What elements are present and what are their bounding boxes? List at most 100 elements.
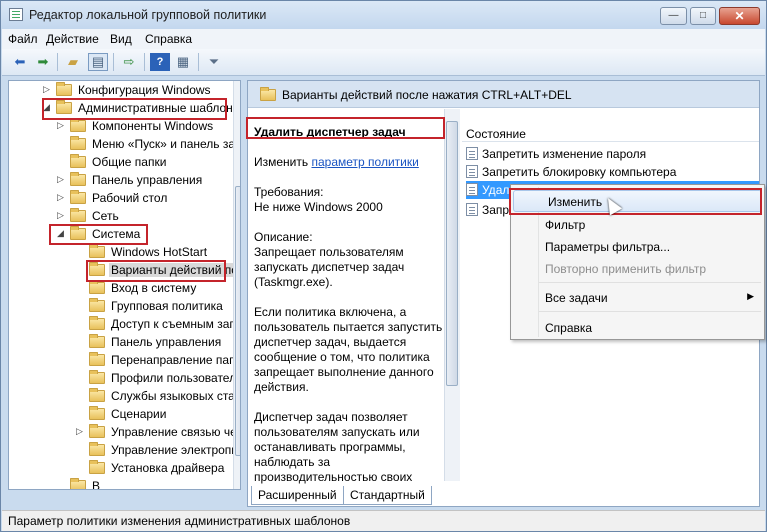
menu-item-label: Все задачи [545,291,608,305]
menu-help[interactable]: Справка [145,32,192,46]
minimize-button[interactable]: — [660,7,687,25]
tree-item-label: Перенаправление папок [111,353,241,367]
back-arrow-icon[interactable]: ⬅ [10,53,30,71]
show-hide-tree-icon[interactable]: ▤ [88,53,108,71]
menu-item-reapply-filter: Повторно применить фильтр [511,258,764,280]
tree-item-label: Панель управления [111,335,222,349]
menu-item-help[interactable]: Справка [511,317,764,339]
menu-file[interactable]: Файл [8,32,38,46]
annotation-highlight-box [86,260,226,282]
export-list-icon[interactable]: ⇨ [119,53,139,71]
properties-icon[interactable]: ▦ [173,53,193,71]
menu-item-filter-options[interactable]: Параметры фильтра... [511,236,764,258]
menu-item-label: Фильтр [545,218,586,232]
folder-icon [89,352,105,366]
tree-scroll-thumb[interactable] [235,186,240,456]
toolbar: ⬅ ➡ ▰ ▤ ⇨ ? ▦ ⏷ [2,49,765,76]
status-text: Параметр политики изменения администрати… [8,514,351,528]
maximize-button[interactable]: □ [690,7,716,25]
tree-item-label: Компоненты Windows [92,119,214,133]
folder-icon [70,136,86,150]
annotation-highlight-box [509,188,762,215]
menu-separator [539,282,761,283]
folder-icon [70,478,86,489]
tree-item-label: Вход в систему [111,281,197,295]
view-tabs: Расширенный Стандартный [247,486,447,506]
state-column-header[interactable]: Состояние [466,127,526,141]
details-header: Варианты действий после нажатия CTRL+ALT… [248,81,759,108]
toolbar-separator [57,53,58,71]
policy-item-label: Запретить блокировку компьютера [482,165,677,179]
folder-icon [89,388,105,402]
gpedit-window: Редактор локальной групповой политики — … [0,0,767,532]
folder-icon [70,190,86,204]
folder-icon [70,208,86,222]
menu-separator [539,311,761,312]
description-text: Описание: Запрещает пользователям запуск… [254,230,405,289]
policy-setting-icon [466,203,478,216]
expand-arrow-icon[interactable]: ▷ [57,192,64,203]
up-folder-icon[interactable]: ▰ [63,53,83,71]
folder-icon [89,370,105,384]
toolbar-separator [198,53,199,71]
folder-icon [70,118,86,132]
menu-view[interactable]: Вид [110,32,132,46]
description-paragraph: Если политика включена, а пользователь п… [254,305,443,394]
requirements-text: Требования: Не ниже Windows 2000 [254,185,383,214]
description-paragraph: Диспетчер задач позволяет пользователям … [254,410,420,484]
folder-icon [89,460,105,474]
details-header-title: Варианты действий после нажатия CTRL+ALT… [282,88,572,102]
header-divider [462,141,759,142]
tree-item-label: Сеть [92,209,119,223]
menu-item-all-tasks[interactable]: Все задачи ▶ [511,287,764,309]
policy-setting-icon [466,183,478,196]
tree-pane: ▷ Конфигурация Windows ◢ Административные … [8,80,241,490]
filter-icon[interactable]: ⏷ [204,53,224,71]
help-icon[interactable]: ? [150,53,170,71]
edit-policy-line: Изменить параметр политики [254,155,450,170]
folder-icon [89,424,105,438]
tab-extended[interactable]: Расширенный [251,486,344,505]
policy-description-panel: Удалить диспетчер задач Изменить парамет… [254,125,450,500]
toolbar-separator [144,53,145,71]
annotation-highlight-box [246,117,445,139]
policy-item-label: Запретить изменение пароля [482,147,647,161]
folder-icon [89,334,105,348]
tab-standard[interactable]: Стандартный [343,486,432,505]
window-title: Редактор локальной групповой политики [29,8,267,22]
description-scroll-thumb[interactable] [446,121,458,386]
expand-arrow-icon[interactable]: ▷ [57,174,64,185]
forward-arrow-icon[interactable]: ➡ [33,53,53,71]
edit-policy-link[interactable]: параметр политики [311,155,418,169]
close-button[interactable]: ✕ [719,7,760,25]
folder-icon [89,406,105,420]
expand-arrow-icon[interactable]: ▷ [57,210,64,221]
annotation-highlight-box [49,224,148,245]
toolbar-separator [113,53,114,71]
menu-bar: Файл Действие Вид Справка [2,29,765,49]
menu-item-label: Повторно применить фильтр [545,262,707,276]
annotation-highlight-box [42,98,227,120]
folder-icon [89,280,105,294]
tree-item-label: Доступ к съемным запоминающим [111,317,240,331]
edit-prefix: Изменить [254,155,309,169]
folder-icon [70,154,86,168]
tree-item-label: Рабочий стол [92,191,168,205]
menu-item-filter[interactable]: Фильтр [511,214,764,236]
policy-setting-icon [466,165,478,178]
folder-icon [89,244,105,258]
expand-arrow-icon[interactable]: ▷ [57,120,64,131]
menu-item-label: Параметры фильтра... [545,240,671,254]
menu-action[interactable]: Действие [46,32,99,46]
folder-icon [89,316,105,330]
tree-item-label: Управление связью через Интернет [111,425,240,439]
folder-icon [260,87,276,101]
submenu-arrow-icon: ▶ [747,291,754,301]
tree-item-label: Сценарии [111,407,167,421]
expand-arrow-icon[interactable]: ▷ [43,84,50,95]
expand-arrow-icon[interactable]: ▷ [76,426,83,437]
tree-item-label: Общие папки [92,155,167,169]
tree-item-label: Конфигурация Windows [78,83,211,97]
folder-icon [56,82,72,96]
tree-item-label: Установка драйвера [111,461,225,475]
